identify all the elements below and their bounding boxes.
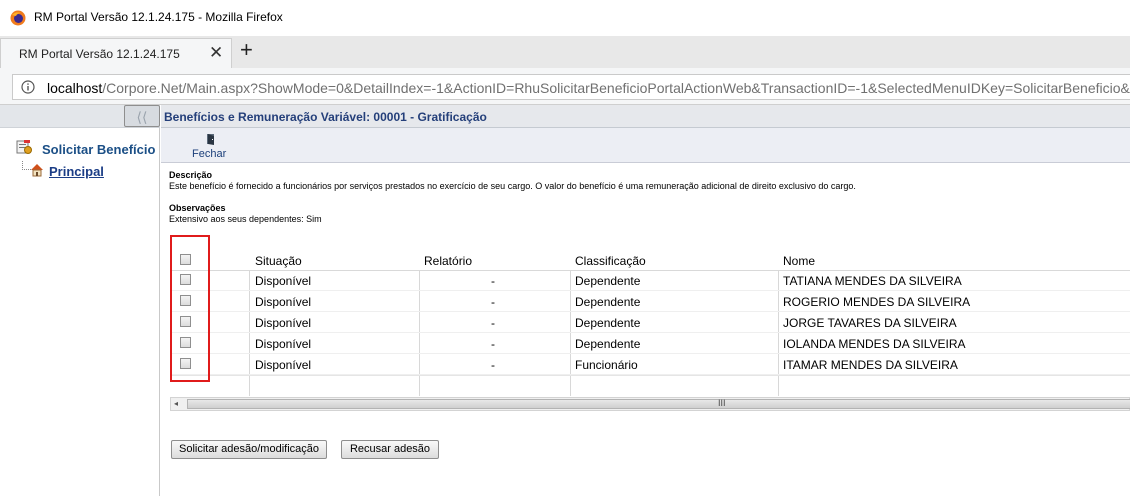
cell-situacao: Disponível	[255, 358, 312, 372]
close-door-icon	[207, 134, 214, 145]
cell-nome: IOLANDA MENDES DA SILVEIRA	[783, 337, 966, 351]
collapse-bar: ⟨⟨	[0, 105, 160, 128]
cell-situacao: Disponível	[255, 316, 312, 330]
cell-nome: ROGERIO MENDES DA SILVEIRA	[783, 295, 971, 309]
tab-label: RM Portal Versão 12.1.24.175	[19, 47, 180, 61]
beneficio-icon	[16, 140, 32, 154]
cell-relatorio: -	[491, 358, 495, 372]
horizontal-scrollbar[interactable]: ◂ III	[170, 397, 1130, 411]
column-header-nome[interactable]: Nome	[783, 254, 815, 268]
column-header-relatorio[interactable]: Relatório	[424, 254, 472, 268]
table-row[interactable]: Disponível - Dependente ROGERIO MENDES D…	[172, 291, 1130, 312]
home-icon	[31, 164, 43, 177]
window-title: RM Portal Versão 12.1.24.175 - Mozilla F…	[34, 10, 283, 24]
checkbox-highlight-box	[170, 235, 210, 382]
main-content: Benefícios e Remuneração Variável: 00001…	[161, 105, 1130, 496]
table-row[interactable]: Disponível - Funcionário ITAMAR MENDES D…	[172, 354, 1130, 375]
navigation-bar: localhost/Corpore.Net/Main.aspx?ShowMode…	[0, 68, 1130, 105]
tab-strip: RM Portal Versão 12.1.24.175 ✕	[0, 36, 1130, 68]
scroll-left-icon[interactable]: ◂	[174, 398, 178, 410]
url-path: /Corpore.Net/Main.aspx?ShowMode=0&Detail…	[102, 80, 1130, 96]
collapse-panel-button[interactable]: ⟨⟨	[124, 105, 160, 127]
close-tab-icon[interactable]: ✕	[209, 43, 223, 63]
page-header: Benefícios e Remuneração Variável: 00001…	[161, 105, 1130, 128]
cell-classificacao: Funcionário	[575, 358, 638, 372]
request-adhesion-button[interactable]: Solicitar adesão/modificação	[171, 440, 327, 459]
observations-text: Extensivo aos seus dependentes: Sim	[169, 214, 322, 224]
column-header-situacao[interactable]: Situação	[255, 254, 302, 268]
url-bar[interactable]: localhost/Corpore.Net/Main.aspx?ShowMode…	[12, 74, 1130, 100]
new-tab-button[interactable]: +	[240, 37, 253, 63]
table-row[interactable]: Disponível - Dependente JORGE TAVARES DA…	[172, 312, 1130, 333]
cell-classificacao: Dependente	[575, 274, 641, 288]
toolbar: Fechar	[161, 128, 1130, 163]
scrollbar-grip-icon: III	[718, 398, 726, 408]
scrollbar-thumb[interactable]: III	[187, 398, 1130, 409]
observations-label: Observações	[169, 203, 226, 213]
cell-relatorio: -	[491, 295, 495, 309]
table-row[interactable]: Disponível - Dependente IOLANDA MENDES D…	[172, 333, 1130, 354]
cell-classificacao: Dependente	[575, 337, 641, 351]
cell-relatorio: -	[491, 316, 495, 330]
empty-row	[172, 375, 1130, 396]
page-title: Benefícios e Remuneração Variável: 00001…	[164, 110, 487, 124]
description-label: Descrição	[169, 170, 213, 180]
info-icon[interactable]	[21, 80, 35, 94]
url-text: localhost/Corpore.Net/Main.aspx?ShowMode…	[47, 80, 1130, 96]
table-row[interactable]: Disponível - Dependente TATIANA MENDES D…	[172, 270, 1130, 291]
cell-classificacao: Dependente	[575, 316, 641, 330]
cell-relatorio: -	[491, 274, 495, 288]
cell-relatorio: -	[491, 337, 495, 351]
description-text: Este benefício é fornecido a funcionário…	[169, 181, 856, 191]
cell-nome: JORGE TAVARES DA SILVEIRA	[783, 316, 957, 330]
cell-nome: ITAMAR MENDES DA SILVEIRA	[783, 358, 958, 372]
column-header-classificacao[interactable]: Classificação	[575, 254, 646, 268]
grid-header-row: Situação Relatório Classificação Nome	[172, 249, 1130, 271]
tree-root-label: Solicitar Benefício	[42, 142, 156, 157]
beneficiaries-grid: Situação Relatório Classificação Nome Di…	[172, 249, 1130, 399]
firefox-icon	[10, 10, 26, 26]
cell-situacao: Disponível	[255, 295, 312, 309]
left-panel: ⟨⟨ Solicitar Benefício Principal	[0, 105, 160, 496]
cell-situacao: Disponível	[255, 274, 312, 288]
window-titlebar: RM Portal Versão 12.1.24.175 - Mozilla F…	[0, 0, 1130, 37]
cell-nome: TATIANA MENDES DA SILVEIRA	[783, 274, 962, 288]
close-label: Fechar	[192, 148, 227, 160]
tree-item-solicitar-beneficio[interactable]: Solicitar Benefício	[16, 139, 160, 157]
close-button[interactable]: Fechar	[192, 133, 232, 161]
cell-classificacao: Dependente	[575, 295, 641, 309]
cell-situacao: Disponível	[255, 337, 312, 351]
browser-tab[interactable]: RM Portal Versão 12.1.24.175 ✕	[0, 38, 232, 68]
refuse-adhesion-button[interactable]: Recusar adesão	[341, 440, 439, 459]
tree-child-label[interactable]: Principal	[49, 164, 104, 179]
url-host: localhost	[47, 80, 103, 96]
